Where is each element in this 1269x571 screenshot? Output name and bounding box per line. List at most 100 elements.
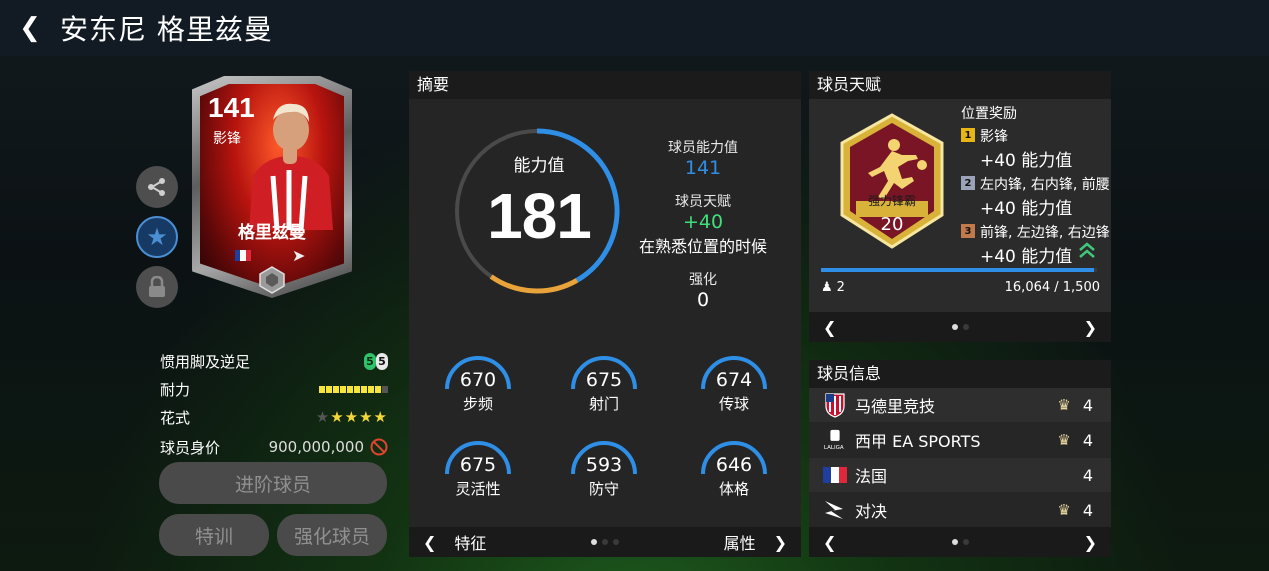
talent-progress-bar <box>821 268 1097 272</box>
next-page-button[interactable]: 属性 ❯ <box>724 530 787 554</box>
base-rating-value: 141 <box>684 157 722 179</box>
chevron-left-icon: ❮ <box>423 532 437 552</box>
tier-number-badge: 2 <box>961 176 975 190</box>
bonus-positions: 左内锋, 右内锋, 前腰 <box>980 177 1110 193</box>
chevron-left-icon: ❮ <box>823 317 837 337</box>
talent-next-button[interactable]: ❯ <box>1084 318 1097 337</box>
share-button[interactable] <box>136 166 178 208</box>
showdown-icon: ➤ <box>292 246 306 265</box>
lock-button[interactable] <box>136 266 178 308</box>
summary-footer: ❮ 特征 属性 ❯ <box>409 527 801 557</box>
stat-item: 675 灵活性 <box>438 438 518 508</box>
lock-icon <box>149 276 165 297</box>
tier-number-badge: 1 <box>961 128 975 142</box>
chevron-left-icon: ❮ <box>19 13 41 43</box>
stat-label: 射门 <box>588 395 619 413</box>
card-position: 影锋 <box>213 131 241 147</box>
foot-rating-badge: 5 5 <box>364 352 388 370</box>
stat-item: 670 步频 <box>438 353 518 423</box>
value-label: 球员身价 <box>160 438 221 457</box>
player-info-row[interactable]: 对决 ♛ 4 <box>809 493 1111 527</box>
talent-prev-button[interactable]: ❮ <box>823 318 836 337</box>
card-rating: 141 <box>208 92 255 123</box>
france-flag-icon <box>823 463 847 487</box>
stat-item: 593 防守 <box>564 438 644 508</box>
crown-icon: ♛ <box>1057 431 1071 449</box>
chevron-right-icon: ❯ <box>773 532 787 552</box>
stat-label: 防守 <box>588 480 619 498</box>
showdown-icon <box>823 498 847 522</box>
skill-moves-row: 花式 ★★★★★ <box>160 404 388 430</box>
enhance-block: 强化 0 <box>613 269 793 311</box>
talent-bonus-block: 球员天赋 +40 在熟悉位置的时候 <box>613 191 793 257</box>
chemistry-count: 4 <box>1082 395 1093 415</box>
player-info-row[interactable]: 马德里竞技 ♛ 4 <box>809 388 1111 422</box>
info-prev-button[interactable]: ❮ <box>823 533 836 552</box>
stat-value: 674 <box>715 369 753 391</box>
bonus-amount: +40 能力值 <box>980 151 1073 171</box>
info-next-button[interactable]: ❯ <box>1084 533 1097 552</box>
bonus-positions: 影锋 <box>980 129 1008 145</box>
prev-page-button[interactable]: ❮ 特征 <box>423 530 486 554</box>
gauge-value: 181 <box>487 180 592 252</box>
player-info-footer: ❮ ❯ <box>809 527 1111 557</box>
chevron-left-icon: ❮ <box>823 532 837 552</box>
tier-number-badge: 3 <box>961 224 975 238</box>
stat-item: 674 传球 <box>694 353 774 423</box>
badge-name: 强力锋霸 <box>867 194 916 208</box>
base-rating-block: 球员能力值 141 <box>613 137 793 179</box>
badge-level: 20 <box>880 214 904 235</box>
stat-value: 646 <box>715 454 753 476</box>
advance-player-button[interactable]: 进阶球员 <box>159 462 387 504</box>
player-portrait <box>249 103 333 230</box>
top-bar: ❮ 安东尼 格里兹曼 <box>0 0 1269 56</box>
stamina-row: 耐力 <box>160 376 388 402</box>
gauge-label: 能力值 <box>513 156 565 176</box>
card-player-name: 格里兹曼 <box>238 223 306 243</box>
position-bonus-item: 3 前锋, 左边锋, 右边锋 +40 能力值 <box>961 222 1121 267</box>
info-row-name: 对决 <box>855 502 888 521</box>
double-chevron-up-icon <box>1079 242 1095 258</box>
player-info-row[interactable]: 法国 4 <box>809 458 1111 492</box>
talent-footer: ❮ ❯ <box>809 312 1111 342</box>
position-bonus-title: 位置奖励 <box>961 106 1017 122</box>
summary-title: 摘要 <box>409 71 801 99</box>
chemistry-count: 4 <box>1082 465 1093 485</box>
bonus-amount: +40 能力值 <box>980 199 1073 219</box>
atletico-crest-icon <box>823 393 847 418</box>
crown-icon: ♛ <box>1057 501 1071 519</box>
back-button[interactable]: ❮ <box>0 0 60 56</box>
train-button[interactable]: 特训 <box>159 514 269 556</box>
share-icon <box>148 178 165 196</box>
info-row-name: 西甲 EA SPORTS <box>855 432 981 451</box>
enhance-player-button[interactable]: 强化球员 <box>277 514 387 556</box>
favorite-button[interactable]: ★ <box>136 216 178 258</box>
position-bonus-item: 1 影锋 +40 能力值 <box>961 126 1121 171</box>
stamina-bar <box>319 385 388 393</box>
chevron-right-icon: ❯ <box>1083 532 1097 552</box>
not-tradable-icon <box>370 438 388 456</box>
france-flag-icon <box>235 250 251 261</box>
skill-stars: ★★★★★ <box>315 408 388 426</box>
player-info-row[interactable]: LALIGA 西甲 EA SPORTS ♛ 4 <box>809 423 1111 457</box>
talent-bonus-value: +40 <box>682 211 724 233</box>
crown-icon: ♛ <box>1057 396 1071 414</box>
talent-count: ♟ 2 <box>821 280 845 295</box>
chemistry-count: 4 <box>1082 430 1093 450</box>
player-card[interactable]: 141 影锋 格里兹曼 ➤ <box>188 72 356 302</box>
chevron-right-icon: ❯ <box>1083 317 1097 337</box>
player-value: 900,000,000 <box>268 438 364 456</box>
enhance-value: 0 <box>696 289 710 311</box>
enhance-chip-icon <box>259 266 285 294</box>
bonus-amount: +40 能力值 <box>980 247 1073 267</box>
talent-note: 在熟悉位置的时候 <box>638 237 767 256</box>
summary-panel: 摘要 能力值 181 球员能力值 141 球员天赋 +40 在熟悉位置的时候 强… <box>409 71 801 557</box>
preferred-foot-label: 惯用脚及逆足 <box>160 352 251 371</box>
stamina-label: 耐力 <box>160 380 191 399</box>
stat-item: 675 射门 <box>564 353 644 423</box>
page-indicator <box>591 539 619 545</box>
position-bonus-item: 2 左内锋, 右内锋, 前腰 +40 能力值 <box>961 174 1121 219</box>
people-icon: ♟ <box>821 280 833 295</box>
skill-label: 花式 <box>160 408 191 427</box>
stat-label: 传球 <box>718 395 749 413</box>
